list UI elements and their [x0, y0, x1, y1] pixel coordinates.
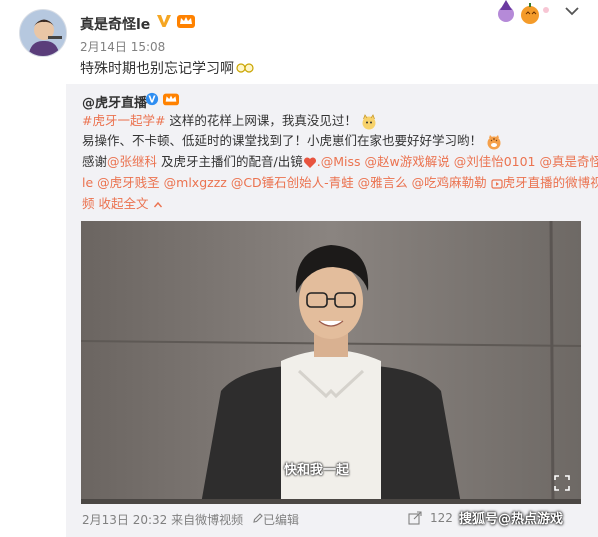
more-options-chevron-icon[interactable]: [564, 4, 580, 18]
halloween-decoration-icon: [498, 0, 549, 24]
repost-text-1: 这样的花样上网课，我真没见过！: [165, 113, 357, 128]
repost-footer-meta: 2月13日 20:32 来自微博视频: [82, 511, 243, 528]
share-count[interactable]: 122: [430, 511, 453, 525]
author-avatar[interactable]: [19, 9, 67, 57]
repost-line-5: 频 收起全文: [82, 195, 163, 213]
mention-link[interactable]: @雅言么: [358, 175, 408, 190]
mention-link[interactable]: @CD锤石创始人-青蛙: [231, 175, 354, 190]
source-prefix: 来自: [171, 513, 196, 527]
tiger-emoji-icon: [487, 134, 501, 149]
mention-link[interactable]: .@Miss: [317, 154, 361, 169]
repost-text-2: 易操作、不卡顿、低延时的课堂找到了！小虎崽们在家也要好好学习哟！: [82, 133, 483, 148]
repost-verified-badge-icon: [145, 92, 159, 106]
mention-link[interactable]: @赵w游戏解说: [364, 154, 449, 169]
video-link[interactable]: 频: [82, 196, 95, 211]
post-text: 特殊时期也别忘记学习啊: [80, 61, 234, 77]
repost-line-2: 易操作、不卡顿、低延时的课堂找到了！小虎崽们在家也要好好学习哟！: [82, 132, 502, 150]
video-link-icon: [491, 178, 503, 189]
sohu-watermark: 搜狐号@热点游戏: [459, 512, 564, 527]
video-link[interactable]: 虎牙直播的微博视: [503, 175, 598, 190]
cat-emoji-icon: [362, 113, 376, 129]
fullscreen-icon[interactable]: [553, 474, 571, 492]
mention-link[interactable]: @刘佳怡0101: [454, 154, 536, 169]
edited-label[interactable]: 已编辑: [263, 511, 299, 528]
repost-line-1: #虎牙一起学# 这样的花样上网课，我真没见过！: [82, 112, 377, 130]
repost-date[interactable]: 2月13日 20:32: [82, 513, 167, 527]
repost-line-4: le @虎牙贱圣 @mlxgzzz @CD锤石创始人-青蛙 @雅言么 @吃鸡麻勒…: [82, 174, 598, 192]
mention-link[interactable]: le: [82, 175, 93, 190]
repost-text-3: 及虎牙主播们的配音/出镜: [157, 154, 303, 169]
hashtag-link[interactable]: #虎牙一起学#: [82, 113, 165, 128]
collapse-text-link[interactable]: 收起全文: [99, 196, 149, 211]
vip-crown-icon: [177, 15, 195, 28]
repost-line-3: 感谢@张继科 及虎牙主播们的配音/出镜 .@Miss @赵w游戏解说 @刘佳怡0…: [82, 153, 598, 171]
share-icon[interactable]: [408, 511, 422, 525]
heart-emoji-icon: [303, 156, 316, 168]
mention-link[interactable]: @张继科: [107, 154, 157, 169]
glasses-emoji-icon: [236, 63, 254, 73]
mention-link[interactable]: @虎牙贱圣: [97, 175, 160, 190]
mention-link[interactable]: @真是奇怪: [539, 154, 598, 169]
mention-link[interactable]: @吃鸡麻勒勒: [412, 175, 487, 190]
source-link[interactable]: 微博视频: [195, 513, 243, 527]
thanks-text: 感谢: [82, 154, 108, 169]
chevron-up-icon[interactable]: [153, 200, 163, 210]
author-name[interactable]: 真是奇怪le: [80, 14, 150, 34]
mention-link[interactable]: @mlxgzzz: [164, 175, 227, 190]
repost-author-name[interactable]: @虎牙直播: [82, 92, 147, 111]
video-subtitle: 快和我一起: [284, 463, 350, 478]
post-timestamp[interactable]: 2月14日 15:08: [80, 38, 165, 55]
verified-badge-icon: [157, 15, 171, 27]
repost-vip-icon: [163, 93, 179, 106]
